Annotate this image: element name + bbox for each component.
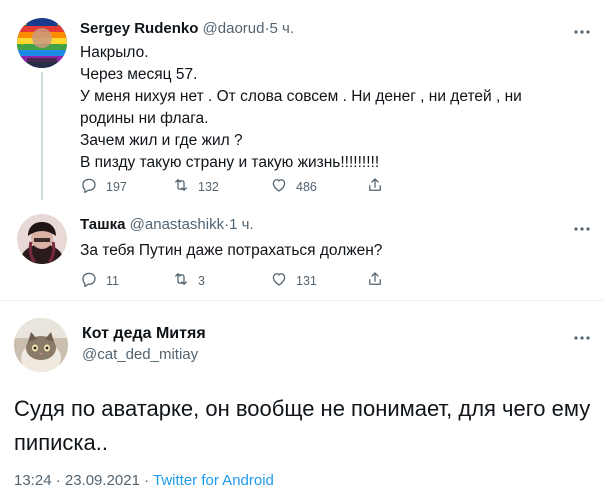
retweet-icon [172, 176, 190, 197]
retweet-icon [172, 270, 190, 291]
heart-icon [270, 176, 288, 197]
tweet-text: Накрыло. Через месяц 57. У меня нихуя не… [80, 42, 580, 174]
like-button[interactable]: 486 [270, 176, 317, 197]
retweet-button[interactable]: 132 [172, 176, 219, 197]
avatar[interactable] [17, 214, 67, 264]
user-name[interactable]: Ташка [80, 216, 125, 233]
like-count: 486 [296, 179, 317, 194]
reply-icon [80, 176, 98, 197]
tweet-header: Sergey Rudenko @daorud·5 ч. [80, 20, 294, 38]
tweet-text: За тебя Путин даже потрахаться должен? [80, 240, 580, 262]
divider [0, 300, 604, 301]
thread-line [41, 72, 43, 200]
tweet-source[interactable]: Twitter for Android [153, 472, 274, 489]
heart-icon [270, 270, 288, 291]
tweet-time[interactable]: 1 ч. [229, 216, 254, 233]
reply-count: 197 [106, 179, 127, 194]
like-count: 131 [296, 273, 317, 288]
share-button[interactable] [366, 176, 384, 197]
more-icon[interactable] [573, 22, 591, 34]
user-name[interactable]: Sergey Rudenko [80, 20, 198, 37]
tweet-line: Накрыло. [80, 44, 149, 61]
retweet-count: 3 [198, 273, 205, 288]
avatar[interactable] [17, 18, 67, 68]
tweet-line: Зачем жил и где жил ? [80, 132, 243, 149]
tweet-actions: 11 3 131 [80, 270, 400, 290]
avatar[interactable] [14, 318, 68, 372]
tweet-actions: 197 132 486 [80, 176, 400, 196]
more-icon[interactable] [573, 328, 591, 340]
reply-button[interactable]: 11 [80, 270, 119, 291]
tweet-sergey: Sergey Rudenko @daorud·5 ч. Накрыло. Чер… [0, 0, 604, 200]
tweet-line: За тебя Путин даже потрахаться должен? [80, 242, 383, 259]
more-icon[interactable] [573, 219, 591, 231]
share-icon [366, 176, 384, 197]
main-tweet-text: Судя по аватарке, он вообще не понимает,… [14, 396, 591, 455]
tweet-tashka: Ташка @anastashikk·1 ч. За тебя Путин да… [0, 200, 604, 298]
tweet-time[interactable]: 5 ч. [269, 20, 294, 37]
retweet-count: 132 [198, 179, 219, 194]
tweet-header: Ташка @anastashikk·1 ч. [80, 216, 254, 234]
like-button[interactable]: 131 [270, 270, 317, 291]
reply-button[interactable]: 197 [80, 176, 127, 197]
tweet-timestamp[interactable]: 13:24 · 23.09.2021 · [14, 472, 153, 489]
tweet-line: Через месяц 57. [80, 66, 198, 83]
tweet-meta: 13:24 · 23.09.2021 · Twitter for Android [14, 472, 274, 489]
retweet-button[interactable]: 3 [172, 270, 205, 291]
share-icon [366, 270, 384, 291]
user-name[interactable]: Кот деда Митяя [82, 325, 206, 343]
tweet-line: У меня нихуя нет . От слова совсем . Ни … [80, 88, 527, 127]
tweet-line: В пизду такую страну и такую жизнь!!!!!!… [80, 154, 380, 171]
user-handle[interactable]: @daorud [203, 20, 265, 37]
user-handle[interactable]: @anastashikk [130, 216, 224, 233]
reply-count: 11 [106, 273, 119, 288]
share-button[interactable] [366, 270, 384, 291]
user-handle[interactable]: @cat_ded_mitiay [82, 346, 198, 363]
reply-icon [80, 270, 98, 291]
